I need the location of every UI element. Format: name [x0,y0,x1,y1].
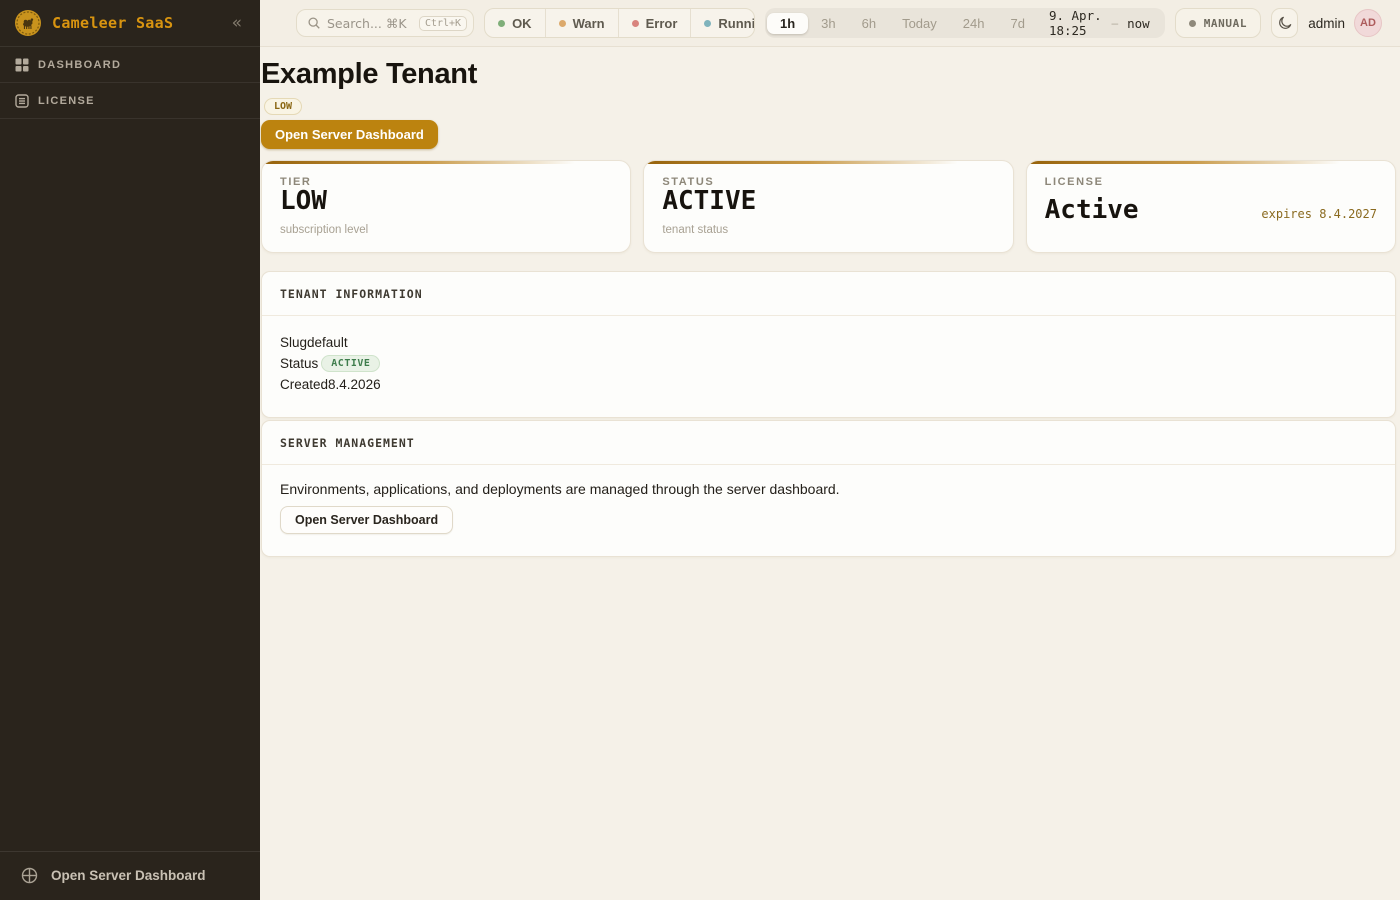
sidebar-footer-label: Open Server Dashboard [51,868,206,883]
info-row-status: Status ACTIVE [280,353,1377,374]
info-row-created: Created8.4.2026 [280,374,1377,395]
globe-icon [21,867,38,884]
stat-card-subtext: subscription level [280,224,612,236]
open-server-dashboard-primary-button[interactable]: Open Server Dashboard [261,120,438,149]
section-title: TENANT INFORMATION [280,287,423,301]
avatar: AD [1354,9,1382,37]
tenant-information-section: TENANT INFORMATION Slugdefault Status AC… [261,271,1396,418]
user-menu[interactable]: admin AD [1308,9,1382,37]
license-expires-text: expires 8.4.2027 [1261,207,1377,221]
error-status-dot [632,20,639,27]
moon-icon [1277,15,1293,31]
sidebar-open-server-dashboard-link[interactable]: Open Server Dashboard [0,851,260,900]
time-range-separator: – [1111,16,1118,30]
server-management-description: Environments, applications, and deployme… [280,481,1377,497]
filter-ok[interactable]: OK [485,9,546,37]
time-range-display[interactable]: 9. Apr. 18:25 – now [1038,8,1163,38]
license-icon [15,94,29,108]
status-card: STATUS ACTIVE tenant status [643,160,1013,253]
search-icon [307,16,321,30]
open-server-dashboard-secondary-button[interactable]: Open Server Dashboard [280,506,453,534]
sidebar-collapse-button[interactable]: « [228,13,246,34]
search-input[interactable] [327,16,413,31]
sidebar-brand-row: Cameleer SaaS « [0,0,260,47]
time-range-6h[interactable]: 6h [849,13,889,34]
stat-card-value: LOW [280,188,612,215]
tier-card: TIER LOW subscription level [261,160,631,253]
tier-badge: LOW [264,98,302,115]
active-status-badge: ACTIVE [321,355,380,372]
running-status-dot [704,20,711,27]
sidebar-item-label: LICENSE [38,95,95,107]
sidebar-item-label: DASHBOARD [38,59,121,71]
license-card: LICENSE Active expires 8.4.2027 [1026,160,1396,253]
filter-running[interactable]: Running [691,9,755,37]
stat-card-label: TIER [280,176,612,188]
brand-name: Cameleer SaaS [52,14,218,32]
time-range-picker: 1h 3h 6h Today 24h 7d 9. Apr. 18:25 – no… [765,8,1165,38]
section-header: SERVER MANAGEMENT [262,421,1395,465]
time-range-3h[interactable]: 3h [808,13,848,34]
user-name: admin [1308,16,1345,31]
time-end-value: now [1127,16,1150,31]
time-start-value: 9. Apr. 18:25 [1049,8,1102,38]
stat-cards-row: TIER LOW subscription level STATUS ACTIV… [261,160,1396,253]
ok-status-dot [498,20,505,27]
stat-card-label: LICENSE [1045,176,1377,188]
section-title: SERVER MANAGEMENT [280,436,415,450]
warn-status-dot [559,20,566,27]
time-range-1h[interactable]: 1h [767,13,808,34]
filter-warn[interactable]: Warn [546,9,619,37]
section-header: TENANT INFORMATION [262,272,1395,316]
sidebar: Cameleer SaaS « DASHBOARD LICENSE [0,0,260,900]
manual-mode-dot [1189,20,1196,27]
grid-icon [15,58,29,72]
search-box[interactable]: Ctrl+K [296,9,474,37]
search-shortcut-kbd: Ctrl+K [419,16,467,31]
server-management-section: SERVER MANAGEMENT Environments, applicat… [261,420,1396,557]
top-toolbar: Ctrl+K OK Warn Error Running 1h 3h 6 [260,0,1400,47]
sidebar-item-license[interactable]: LICENSE [0,83,260,119]
filter-error[interactable]: Error [619,9,692,37]
page-title: Example Tenant [261,58,1396,91]
sidebar-spacer [0,119,260,851]
time-range-7d[interactable]: 7d [997,13,1037,34]
time-range-today[interactable]: Today [889,13,950,34]
status-filter-group: OK Warn Error Running [484,8,755,38]
time-range-24h[interactable]: 24h [950,13,998,34]
info-row-slug: Slugdefault [280,332,1377,353]
sidebar-item-dashboard[interactable]: DASHBOARD [0,47,260,83]
stat-card-subtext: tenant status [662,224,994,236]
manual-mode-toggle[interactable]: MANUAL [1175,8,1261,38]
theme-toggle-button[interactable] [1271,8,1298,38]
stat-card-value: ACTIVE [662,188,994,215]
stat-card-value: Active [1045,197,1139,224]
camel-logo-icon [14,9,42,37]
